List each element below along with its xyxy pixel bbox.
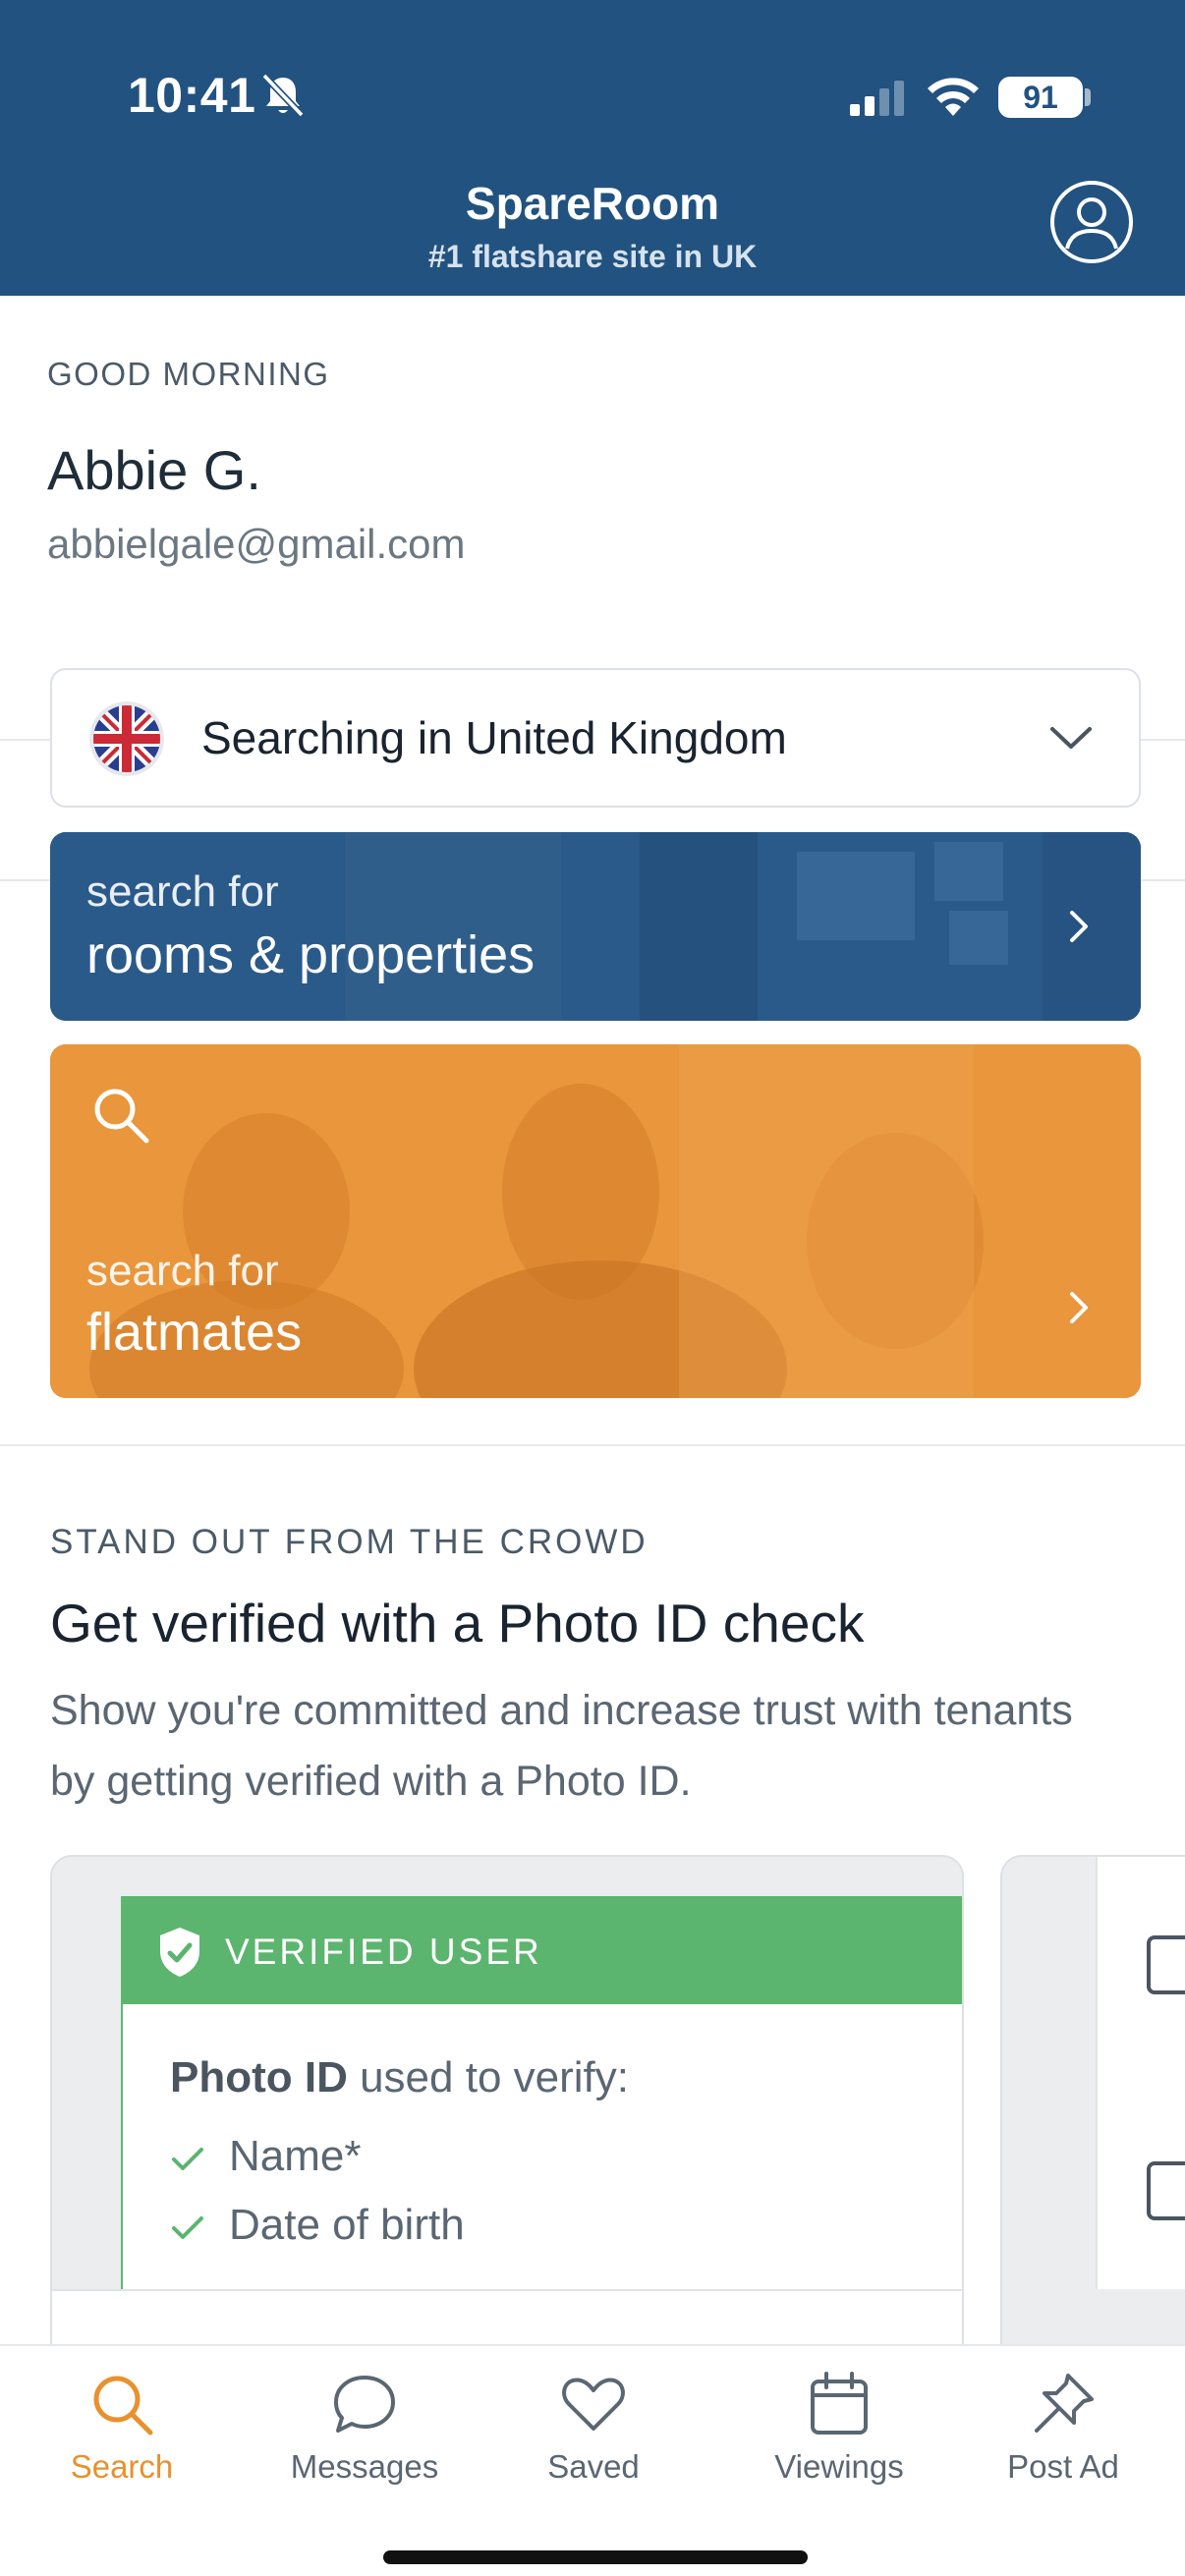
- photo-id-rest: used to verify:: [347, 2053, 629, 2101]
- check-item: Date of birth: [170, 2201, 465, 2250]
- checkbox-icon: [1147, 2161, 1185, 2220]
- search-rooms-small-text: search for: [86, 868, 279, 916]
- nav-post-ad[interactable]: Post Ad: [965, 2370, 1161, 2486]
- nav-viewings[interactable]: Viewings: [741, 2370, 937, 2486]
- check-item: Name*: [170, 2132, 362, 2181]
- app-header: 10:41 91 SpareRoom #1 flatshare site in …: [0, 0, 1185, 296]
- cellular-signal-icon: [850, 81, 904, 116]
- chevron-down-icon: [1050, 727, 1092, 749]
- checkmark-icon: [172, 2148, 203, 2171]
- profile-icon[interactable]: [1049, 180, 1134, 264]
- chevron-right-icon: [1070, 911, 1088, 942]
- heart-icon: [562, 2378, 625, 2431]
- photo-id-line: Photo ID used to verify:: [170, 2053, 629, 2102]
- chevron-right-icon: [1070, 1292, 1088, 1323]
- uk-flag-icon: [89, 701, 164, 776]
- pin-icon: [1035, 2374, 1094, 2433]
- calendar-icon: [811, 2372, 868, 2435]
- section-description: Show you're committed and increase trust…: [50, 1687, 1073, 1805]
- home-indicator: [383, 2550, 808, 2564]
- nav-messages-label: Messages: [290, 2448, 439, 2485]
- check-item-label: Date of birth: [229, 2201, 465, 2249]
- search-icon: [94, 1089, 149, 1144]
- nav-messages[interactable]: Messages: [266, 2370, 463, 2486]
- country-selector[interactable]: Searching in United Kingdom: [50, 668, 1141, 808]
- verified-preview: VERIFIED USER Photo ID used to verify: N…: [121, 1896, 962, 2309]
- verify-promo-card[interactable]: VERIFIED USER Photo ID used to verify: N…: [50, 1855, 964, 2366]
- next-promo-preview: [1096, 1857, 1185, 2289]
- verified-user-banner: VERIFIED USER: [123, 1896, 962, 2004]
- checkbox-icon: [1147, 1935, 1185, 1994]
- greeting-label: GOOD MORNING: [47, 356, 330, 392]
- section-title: Get verified with a Photo ID check: [50, 1593, 865, 1653]
- status-time: 10:41: [128, 68, 256, 123]
- battery-indicator: 91: [998, 77, 1083, 118]
- country-selector-label: Searching in United Kingdom: [201, 712, 787, 763]
- search-flatmates-small-text: search for: [86, 1247, 279, 1295]
- divider: [0, 1444, 1185, 1446]
- nav-saved-label: Saved: [547, 2448, 640, 2485]
- bottom-nav: Search Messages Saved Viewings Post Ad: [0, 2344, 1185, 2576]
- verified-user-label: VERIFIED USER: [225, 1932, 542, 1972]
- checkmark-icon: [172, 2216, 203, 2240]
- check-item-label: Name*: [229, 2132, 362, 2180]
- app-title: SpareRoom: [465, 178, 720, 229]
- section-label: STAND OUT FROM THE CROWD: [50, 1523, 649, 1561]
- nav-post-ad-label: Post Ad: [1007, 2448, 1119, 2485]
- wifi-icon: [928, 78, 979, 116]
- shield-check-icon: [160, 1928, 199, 1977]
- search-icon: [93, 2376, 153, 2436]
- nav-viewings-label: Viewings: [774, 2448, 904, 2485]
- chat-bubble-icon: [334, 2376, 395, 2433]
- search-rooms-title: rooms & properties: [86, 925, 536, 984]
- search-flatmates-title: flatmates: [86, 1303, 303, 1362]
- next-promo-card[interactable]: [1000, 1855, 1185, 2366]
- search-flatmates-card[interactable]: search for flatmates: [50, 1044, 1141, 1398]
- bell-muted-icon: [261, 73, 305, 118]
- user-email: abbielgale@gmail.com: [47, 521, 466, 567]
- user-name: Abbie G.: [47, 439, 261, 501]
- nav-search[interactable]: Search: [24, 2370, 220, 2486]
- battery-nub: [1085, 88, 1091, 106]
- nav-search-label: Search: [70, 2448, 174, 2485]
- app-subtitle: #1 flatshare site in UK: [427, 239, 758, 274]
- photo-id-bold: Photo ID: [170, 2053, 348, 2101]
- nav-saved[interactable]: Saved: [495, 2370, 692, 2486]
- search-rooms-card[interactable]: search for rooms & properties: [50, 832, 1141, 1021]
